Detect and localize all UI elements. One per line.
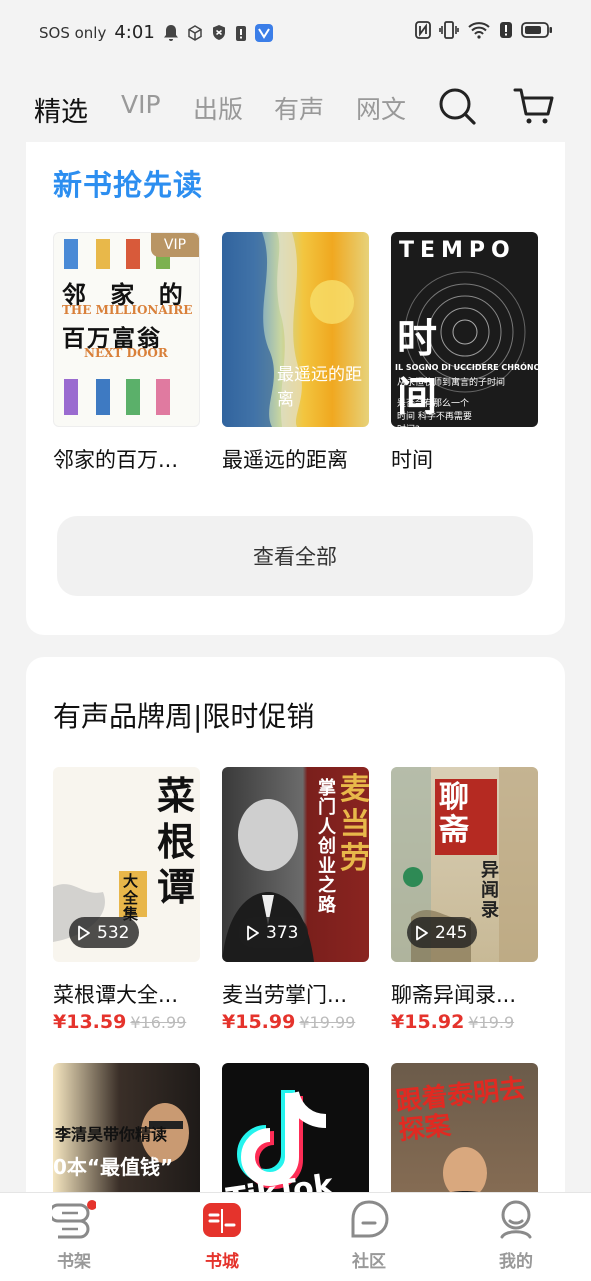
play-icon [78,925,90,940]
tab-vip[interactable]: VIP [121,90,161,119]
book-cover[interactable]: 聊斋 异闻录 245 [391,767,538,962]
bell-icon [163,24,178,41]
sale-price: ¥15.92 [391,1011,465,1033]
section-title: 新书抢先读 [53,168,204,202]
book-title[interactable]: 麦当劳掌门... [222,979,382,1009]
bottom-nav: 书架 书城 社区 我的 [0,1192,591,1281]
cover-title: 菜根谭 [157,773,196,910]
audiobook-card[interactable]: 聊斋 异闻录 245 聊斋异闻录... ¥15.92 ¥19.9 [391,767,538,1033]
cart-icon[interactable] [513,86,555,126]
search-icon[interactable] [437,86,477,126]
play-count-badge: 373 [238,917,309,948]
book-card[interactable]: TEMPO 时间 IL SOGNO DI UCCIDERE CHRÓNOS 从永… [391,232,538,472]
price: ¥15.99 ¥19.99 [222,1011,355,1033]
sale-price: ¥13.59 [53,1011,127,1033]
shield-icon [212,25,225,40]
nav-profile[interactable]: 我的 [476,1199,556,1272]
cover-title: 最遥远的距离 [277,365,362,410]
audiobook-card[interactable]: 麦当劳 掌门人创业之路 373 麦当劳掌门... ¥15.99 ¥19.99 [222,767,369,1033]
alert-icon [500,22,512,38]
book-card[interactable]: 最遥远的距离 最遥远的距离 [222,232,369,472]
original-price: ¥19.9 [468,1013,515,1032]
carrier-label: SOS only [39,23,107,42]
audiobook-card[interactable]: 菜根谭 大全集 532 菜根谭大全... ¥13.59 ¥16.99 [53,767,200,1033]
tab-publish[interactable]: 出版 [193,90,243,126]
play-icon [416,925,428,940]
app-notification-icon [254,23,273,42]
book-title[interactable]: 时间 [391,444,551,474]
play-icon [247,925,259,940]
book-cover[interactable]: TEMPO 时间 IL SOGNO DI UCCIDERE CHRÓNOS 从永… [391,232,538,427]
play-count-badge: 245 [407,917,478,948]
book-cover[interactable]: 邻 家 的 THE MILLIONAIRE 百万富翁 NEXT DOOR VIP [53,232,200,427]
nav-label: 书架 [57,1252,91,1272]
cover-subtitle-2: NEXT DOOR [84,346,168,360]
wifi-icon [468,22,490,39]
cover-english-title: TEMPO [399,238,516,263]
section-title: 有声品牌周|限时促销 [53,700,315,733]
cover-english-subtitle: IL SOGNO DI UCCIDERE CHRÓNOS [395,363,538,372]
tab-featured[interactable]: 精选 [34,90,88,129]
vip-badge: VIP [151,233,199,257]
cover-subtitle: 异闻录 [481,860,499,921]
nav-bookstore[interactable]: 书城 [182,1199,262,1272]
tab-web-novel[interactable]: 网文 [356,90,406,126]
nav-label: 书城 [205,1252,239,1272]
status-bar: SOS only 4:01 [0,0,591,66]
book-cover[interactable]: 麦当劳 掌门人创业之路 373 [222,767,369,962]
cover-subtitle: 大全集 [123,872,139,923]
nav-bookshelf[interactable]: 书架 [34,1199,114,1272]
nav-community[interactable]: 社区 [329,1199,409,1272]
cover-text: 李清昊带你精读 [55,1125,168,1144]
bookstore-icon [203,1203,241,1237]
book-cover[interactable]: 菜根谭 大全集 532 [53,767,200,962]
chat-bubble-icon [351,1200,389,1238]
price: ¥15.92 ¥19.9 [391,1011,514,1033]
play-count-badge: 532 [69,917,140,948]
cover-title: 聊斋 [439,780,469,848]
cover-subtitle: THE MILLIONAIRE [62,303,193,317]
cover-question: 是否会有那么一个时间 科学不再需要时间? [397,399,472,427]
bookshelf-icon [48,1200,97,1239]
vibrate-icon [439,21,459,39]
play-count: 373 [266,922,299,943]
battery-icon [521,22,552,38]
tab-audio[interactable]: 有声 [274,90,324,126]
cover-chinese-subtitle: 从永恒牧师到寓言的子时间 [397,378,506,388]
sale-price: ¥15.99 [222,1011,296,1033]
view-all-button[interactable]: 查看全部 [57,516,533,596]
price: ¥13.59 ¥16.99 [53,1011,186,1033]
profile-icon [500,1200,532,1239]
cover-subtitle: 掌门人创业之路 [318,778,336,916]
book-cover[interactable]: 最遥远的距离 [222,232,369,427]
book-title[interactable]: 最遥远的距离 [222,444,382,474]
sim-alert-icon [235,25,246,41]
cover-text: 0本“最值钱” [53,1155,174,1179]
book-title[interactable]: 聊斋异闻录... [391,979,551,1009]
play-count: 532 [97,922,130,943]
nav-label: 我的 [499,1252,533,1272]
cube-icon [188,24,202,41]
original-price: ¥19.99 [299,1013,356,1032]
audio-promo-section: 有声品牌周|限时促销 菜根谭 大全集 532 菜根谭大全... ¥13.59 ¥1… [26,657,565,1217]
nav-label: 社区 [352,1252,386,1272]
book-title[interactable]: 菜根谭大全... [53,979,213,1009]
play-count: 245 [435,922,468,943]
new-books-section: 新书抢先读 邻 家 的 THE MILLIONAIRE 百万富翁 NEXT DO… [26,142,565,635]
original-price: ¥16.99 [130,1013,187,1032]
cover-title: 麦当劳 [340,772,369,876]
top-nav: 精选 VIP 出版 有声 网文 [0,72,591,142]
book-card[interactable]: 邻 家 的 THE MILLIONAIRE 百万富翁 NEXT DOOR VIP… [53,232,200,472]
nfc-icon [415,21,431,39]
clock: 4:01 [114,22,155,43]
book-title[interactable]: 邻家的百万... [53,444,213,474]
